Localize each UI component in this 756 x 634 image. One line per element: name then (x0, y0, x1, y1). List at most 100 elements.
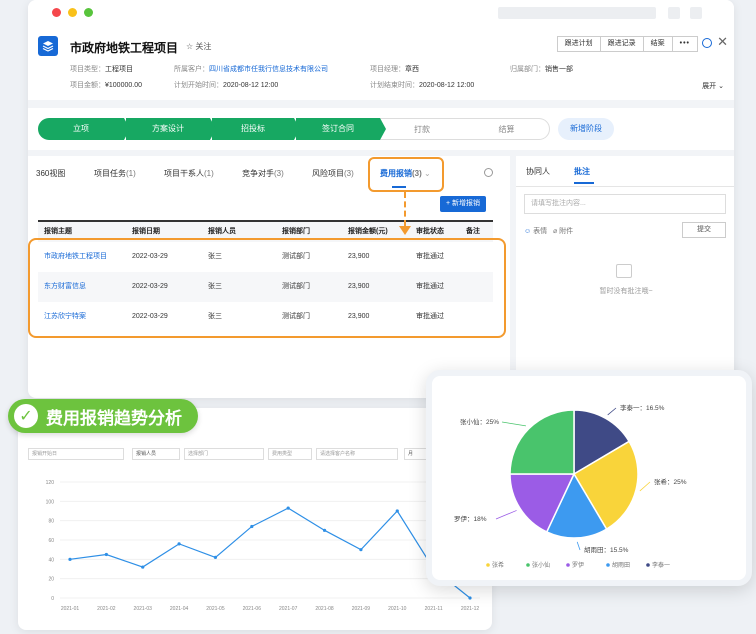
compass-icon[interactable] (702, 38, 712, 48)
tab-stakeholders[interactable]: 项目干系人(1) (164, 168, 214, 179)
plus-icon: + (446, 200, 451, 207)
data-point (468, 596, 472, 600)
slice-leader-line (495, 510, 517, 520)
side-tab-collaborators[interactable]: 协同人 (526, 166, 550, 177)
x-tick-label: 2021-04 (170, 606, 189, 612)
submit-note-button[interactable]: 提交 (682, 222, 726, 238)
highlight-arrow-icon (399, 226, 411, 235)
attachment-button[interactable]: 附件 (559, 228, 573, 235)
follow-button[interactable]: ☆ 关注 (186, 41, 211, 52)
follow-label: 关注 (195, 42, 212, 51)
x-tick-label: 2021-01 (61, 606, 80, 612)
emoji-button[interactable]: 表情 (533, 228, 547, 235)
meta-manager: 项目经理：章西 (370, 66, 419, 73)
y-tick-label: 120 (46, 480, 55, 486)
legend-label: 胡雨田 (612, 561, 630, 569)
side-tab-notes[interactable]: 批注 (574, 166, 590, 177)
empty-notes-message: 暂时没有批注哦~ (599, 288, 653, 295)
meta-amount: 项目金额：¥100000.00 (70, 82, 142, 89)
chevron-down-icon: ⌄ (718, 83, 724, 90)
series-line (69, 507, 471, 599)
legend-swatch (606, 563, 610, 567)
slice-label: 罗伊：18% (454, 514, 487, 523)
titlebar-icon[interactable] (690, 7, 702, 19)
highlight-connector (404, 192, 406, 226)
attachment-icon[interactable]: ⌀ (553, 228, 557, 235)
x-tick-label: 2021-05 (206, 606, 225, 612)
side-panel: 协同人 批注 请填写批注内容... ☺ 表情 ⌀ 附件 提交 暂时没有批注哦~ (510, 156, 734, 398)
follow-plan-button[interactable]: 跟进计划 (556, 36, 601, 52)
data-point (322, 528, 327, 532)
legend-label: 张小仙 (532, 561, 550, 569)
project-logo-icon (38, 36, 58, 56)
emoji-icon[interactable]: ☺ (524, 228, 531, 235)
y-tick-label: 40 (48, 557, 54, 563)
data-point (104, 552, 108, 557)
trend-analysis-badge: ✓ 费用报销趋势分析 (8, 399, 198, 433)
slice-label: 胡雨田：15.5% (584, 545, 629, 554)
meta-end-time: 计划结束时间：2020-08-12 12:00 (370, 82, 475, 89)
slice-leader-line (501, 421, 526, 427)
add-expense-button[interactable]: + 新增报销 (440, 196, 487, 212)
maximize-window-dot[interactable] (84, 8, 93, 17)
tab-project-tasks[interactable]: 项目任务(1) (94, 168, 136, 179)
empty-inbox-icon (616, 264, 632, 278)
y-tick-label: 80 (48, 519, 54, 525)
x-tick-label: 2021-03 (134, 606, 153, 612)
slice-leader-line (607, 407, 617, 416)
tab-360-view[interactable]: 360视图 (36, 168, 65, 179)
add-stage-button[interactable]: 新增阶段 (558, 118, 614, 140)
data-point (68, 557, 72, 561)
stage-item[interactable]: 结算 (464, 118, 550, 140)
close-case-button[interactable]: 结案 (642, 36, 673, 52)
stage-pipeline: 立项 方案设计 招投标 签订合同 打款 结算 (38, 118, 550, 140)
note-input[interactable]: 请填写批注内容... (524, 194, 726, 214)
slice-label: 张希：25% (654, 477, 687, 486)
title-bar (28, 0, 734, 26)
expense-pie-chart: 李泰一：16.5% 张希：25% 胡雨田：15.5% 罗伊：18% 张小仙：25% 张希 张… (454, 403, 687, 569)
close-window-dot[interactable] (52, 8, 61, 17)
star-icon: ☆ (186, 42, 194, 51)
x-tick-label: 2021-12 (461, 606, 480, 612)
highlight-box-tab (368, 157, 444, 192)
stage-item[interactable]: 招投标 (210, 118, 300, 140)
stage-item[interactable]: 方案设计 (124, 118, 216, 140)
legend-label: 张希 (492, 561, 504, 569)
pie-slice (509, 409, 575, 475)
titlebar-placeholder (498, 7, 656, 19)
legend-swatch (646, 563, 650, 567)
tab-competitors[interactable]: 竞争对手(3) (242, 168, 284, 179)
gear-icon[interactable] (484, 168, 493, 177)
tab-risk-projects[interactable]: 风险项目(3) (312, 168, 354, 179)
badge-label: 费用报销趋势分析 (46, 408, 182, 428)
section-divider (28, 100, 734, 108)
data-point (359, 548, 363, 552)
customer-link[interactable]: 四川省成都市任我行信息技术有限公司 (209, 66, 328, 73)
project-window: 市政府地铁工程项目 ☆ 关注 跟进计划 跟进记录 结案 ••• ✕ 项目类型：工… (28, 0, 734, 398)
stage-item[interactable]: 打款 (380, 118, 464, 140)
follow-record-button[interactable]: 跟进记录 (599, 36, 644, 52)
x-tick-label: 2021-08 (315, 606, 334, 612)
y-tick-label: 0 (51, 596, 54, 602)
divider (516, 186, 734, 187)
close-icon[interactable]: ✕ (717, 34, 728, 50)
stage-item[interactable]: 立项 (38, 118, 130, 140)
data-point (250, 524, 254, 529)
more-button[interactable]: ••• (671, 36, 698, 52)
data-point (286, 506, 290, 510)
legend-swatch (526, 563, 530, 567)
x-tick-label: 2021-11 (425, 606, 443, 612)
legend-swatch (486, 563, 490, 567)
data-point (213, 555, 218, 559)
titlebar-icon[interactable] (668, 7, 680, 19)
x-tick-label: 2021-10 (388, 606, 407, 612)
trend-line-chart: 0 20 40 60 80 100 120 2021-01 2021-02 2021-03 2021… (46, 480, 480, 612)
expand-button[interactable]: 展开 ⌄ (702, 81, 724, 91)
meta-customer: 所属客户：四川省成都市任我行信息技术有限公司 (174, 66, 328, 73)
meta-start-time: 计划开始时间：2020-08-12 12:00 (174, 82, 279, 89)
y-tick-label: 60 (48, 538, 54, 544)
minimize-window-dot[interactable] (68, 8, 77, 17)
legend-label: 罗伊 (572, 561, 584, 569)
stage-item[interactable]: 签订合同 (294, 118, 386, 140)
meta-project-type: 项目类型：工程项目 (70, 66, 133, 73)
